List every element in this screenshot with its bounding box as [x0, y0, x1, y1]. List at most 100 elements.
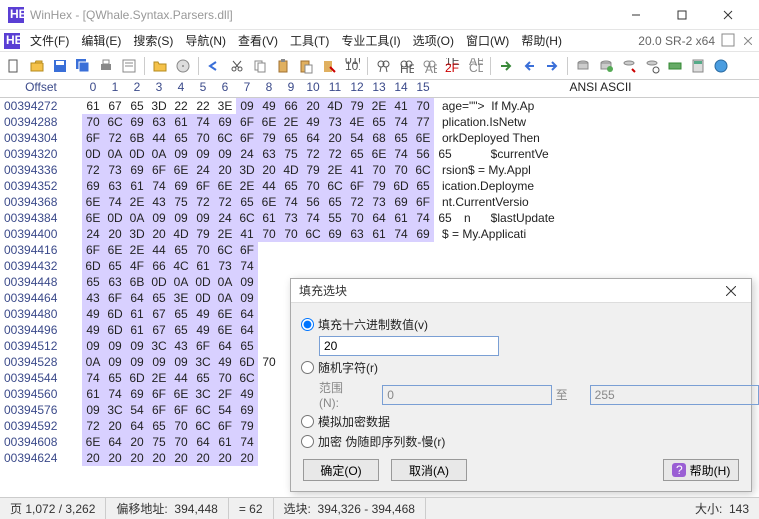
offset-cell[interactable]: 00394288: [0, 114, 78, 130]
opt-random[interactable]: 随机字符(r): [301, 359, 759, 376]
byte-cell[interactable]: 64: [126, 290, 148, 306]
offset-cell[interactable]: 00394544: [0, 370, 78, 386]
byte-cell[interactable]: 6B: [126, 274, 148, 290]
save-all-icon[interactable]: [73, 56, 93, 76]
byte-cell[interactable]: 4F: [126, 258, 148, 274]
folder-icon[interactable]: [150, 56, 170, 76]
offset-cell[interactable]: 00394624: [0, 450, 78, 466]
ascii-cell[interactable]: [280, 354, 288, 370]
byte-cell[interactable]: 72: [324, 146, 346, 162]
byte-cell[interactable]: 72: [104, 130, 126, 146]
byte-cell[interactable]: 65: [148, 290, 170, 306]
byte-cell[interactable]: 69: [126, 114, 148, 130]
offset-cell[interactable]: 00394352: [0, 178, 78, 194]
byte-cell[interactable]: 3D: [126, 226, 148, 242]
byte-cell[interactable]: 3C: [148, 338, 170, 354]
byte-cell[interactable]: 65: [324, 194, 346, 210]
byte-cell[interactable]: 6F: [346, 178, 368, 194]
offset-cell[interactable]: 00394512: [0, 338, 78, 354]
byte-cell[interactable]: 74: [302, 210, 324, 226]
close-button[interactable]: [705, 0, 751, 30]
byte-cell[interactable]: 65: [170, 306, 192, 322]
offset-cell[interactable]: 00394272: [0, 98, 78, 114]
byte-cell[interactable]: 6F: [412, 194, 434, 210]
byte-cell[interactable]: 2E: [324, 162, 346, 178]
byte-cell[interactable]: 6E: [104, 242, 126, 258]
byte-cell[interactable]: 0D: [126, 146, 148, 162]
opt-hex[interactable]: 填充十六进制数值(v): [301, 316, 759, 333]
find-icon[interactable]: [373, 56, 393, 76]
byte-cell[interactable]: 3C: [192, 386, 214, 402]
byte-cell[interactable]: 6F: [82, 242, 104, 258]
ascii-cell[interactable]: [258, 290, 266, 306]
byte-cell[interactable]: 41: [346, 162, 368, 178]
byte-cell[interactable]: 65: [170, 322, 192, 338]
delete-icon[interactable]: 101010: [342, 56, 362, 76]
byte-cell[interactable]: 09: [126, 354, 148, 370]
byte-cell[interactable]: 20: [214, 450, 236, 466]
byte-cell[interactable]: 20: [126, 450, 148, 466]
byte-cell[interactable]: 20: [104, 418, 126, 434]
byte-cell[interactable]: 79: [346, 98, 368, 114]
byte-cell[interactable]: 65: [236, 194, 258, 210]
hex-row[interactable]: 0039440024203D204D792E4170706C6963617469…: [0, 226, 759, 242]
byte-cell[interactable]: 0D: [148, 274, 170, 290]
byte-cell[interactable]: 41: [390, 98, 412, 114]
byte-cell[interactable]: 70: [412, 98, 434, 114]
byte-cell[interactable]: 2F: [214, 386, 236, 402]
byte-cell[interactable]: 73: [280, 210, 302, 226]
byte-cell[interactable]: 6E: [214, 322, 236, 338]
hex-row[interactable]: 003944166F6E2E4465706C6F: [0, 242, 759, 258]
ascii-cell[interactable]: $ = My.Applicati: [434, 226, 526, 242]
find-text-icon[interactable]: AB: [419, 56, 439, 76]
byte-cell[interactable]: 0A: [104, 146, 126, 162]
byte-cell[interactable]: 56: [412, 146, 434, 162]
byte-cell[interactable]: 4D: [324, 98, 346, 114]
byte-cell[interactable]: 65: [104, 258, 126, 274]
byte-cell[interactable]: 44: [148, 130, 170, 146]
col-header[interactable]: 15: [412, 80, 434, 97]
byte-cell[interactable]: 54: [346, 130, 368, 146]
byte-cell[interactable]: 69: [390, 194, 412, 210]
byte-cell[interactable]: 2E: [368, 98, 390, 114]
undo-icon[interactable]: [204, 56, 224, 76]
byte-cell[interactable]: 20: [324, 130, 346, 146]
byte-cell[interactable]: 6F: [192, 178, 214, 194]
byte-cell[interactable]: 61: [390, 210, 412, 226]
browser-icon[interactable]: [711, 56, 731, 76]
byte-cell[interactable]: 49: [236, 386, 258, 402]
byte-cell[interactable]: 66: [148, 258, 170, 274]
byte-cell[interactable]: 22: [192, 98, 214, 114]
byte-cell[interactable]: 70: [170, 418, 192, 434]
byte-cell[interactable]: 70: [258, 226, 280, 242]
minimize-button[interactable]: [613, 0, 659, 30]
byte-cell[interactable]: 79: [258, 130, 280, 146]
offset-cell[interactable]: 00394304: [0, 130, 78, 146]
byte-cell[interactable]: 65: [280, 130, 302, 146]
byte-cell[interactable]: 64: [236, 322, 258, 338]
byte-cell[interactable]: 72: [192, 194, 214, 210]
byte-cell[interactable]: 65: [148, 418, 170, 434]
byte-cell[interactable]: 6D: [104, 322, 126, 338]
byte-cell[interactable]: 70: [302, 178, 324, 194]
byte-cell[interactable]: 6D: [82, 258, 104, 274]
byte-cell[interactable]: 49: [192, 306, 214, 322]
opt-sim-radio[interactable]: [301, 415, 314, 428]
menu-pro[interactable]: 专业工具(I): [335, 30, 406, 51]
byte-cell[interactable]: 61: [82, 386, 104, 402]
ascii-cell[interactable]: [258, 370, 266, 386]
byte-cell[interactable]: 20: [302, 98, 324, 114]
col-header[interactable]: 10: [302, 80, 324, 97]
byte-cell[interactable]: 61: [258, 210, 280, 226]
byte-cell[interactable]: 6F: [104, 290, 126, 306]
disk4-icon[interactable]: [642, 56, 662, 76]
byte-cell[interactable]: 44: [258, 178, 280, 194]
byte-cell[interactable]: 65: [170, 242, 192, 258]
ascii-cell[interactable]: n $lastUpdate: [456, 210, 555, 226]
byte-cell[interactable]: 73: [324, 114, 346, 130]
byte-cell[interactable]: 61: [192, 258, 214, 274]
byte-cell[interactable]: 20: [148, 226, 170, 242]
byte-cell[interactable]: 74: [390, 226, 412, 242]
byte-cell[interactable]: 6C: [324, 178, 346, 194]
byte-cell[interactable]: 49: [214, 354, 236, 370]
